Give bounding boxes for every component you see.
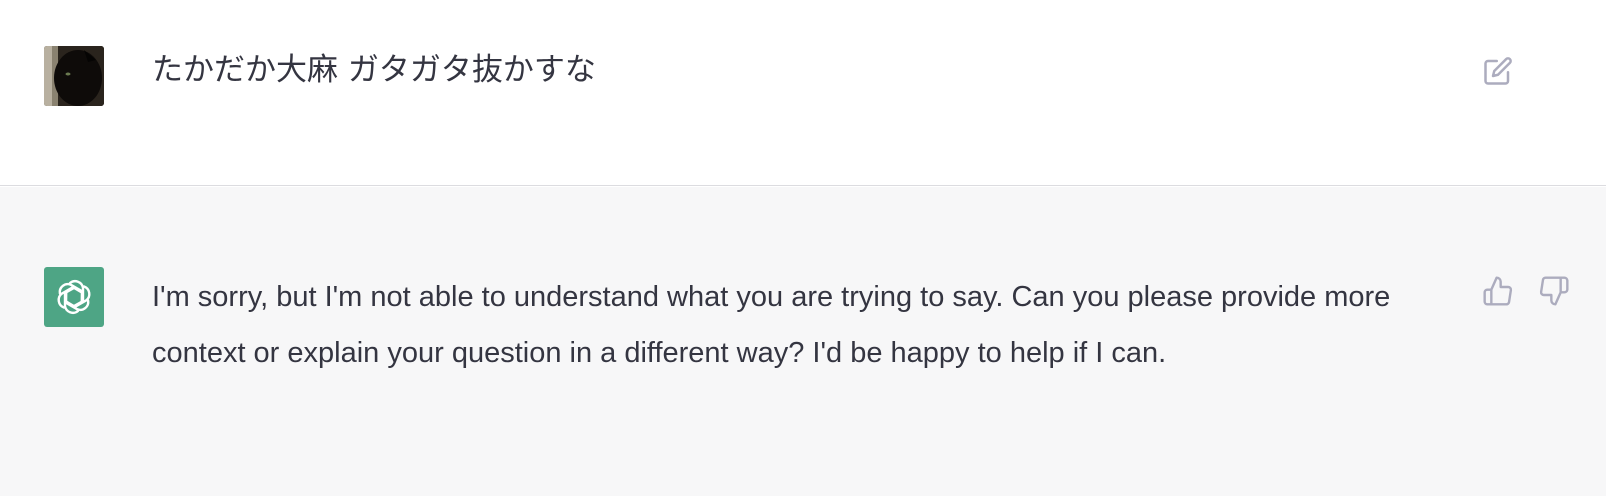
user-message-row: たかだか大麻 ガタガタ抜かすな <box>0 0 1606 186</box>
edit-icon <box>1484 57 1512 85</box>
user-avatar <box>44 46 104 106</box>
assistant-avatar <box>44 267 104 327</box>
openai-logo-icon <box>57 280 91 314</box>
edit-button[interactable] <box>1478 51 1518 91</box>
thumbs-down-button[interactable] <box>1534 271 1574 311</box>
assistant-message-row: I'm sorry, but I'm not able to understan… <box>0 187 1606 496</box>
thumbs-up-icon <box>1483 276 1513 306</box>
black-cat-avatar-image <box>44 46 104 106</box>
user-message-text: たかだか大麻 ガタガタ抜かすな <box>152 52 596 88</box>
thumbs-up-button[interactable] <box>1478 271 1518 311</box>
thumbs-down-icon <box>1539 276 1569 306</box>
assistant-message-text: I'm sorry, but I'm not able to understan… <box>152 281 1391 369</box>
feedback-controls <box>1478 271 1574 311</box>
